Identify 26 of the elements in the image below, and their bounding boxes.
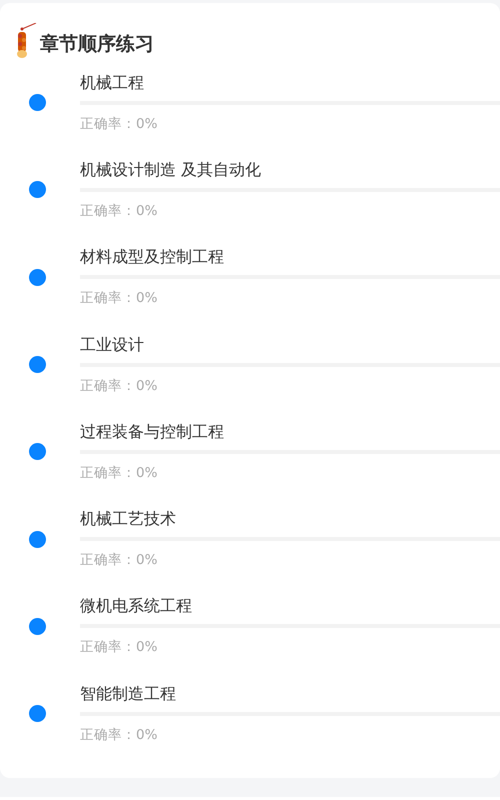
- chapter-title[interactable]: 材料成型及控制工程: [80, 247, 500, 268]
- chapter-title[interactable]: 工业设计: [80, 334, 500, 355]
- chapter-title[interactable]: 机械设计制造 及其自动化: [80, 160, 500, 180]
- accuracy-label: 正确率：0%: [80, 376, 158, 395]
- status-dot: [29, 443, 46, 460]
- accuracy-label: 正确率：0%: [80, 726, 158, 744]
- firecracker-icon: [16, 23, 38, 59]
- status-dot: [29, 268, 46, 286]
- status-dot: [29, 181, 46, 198]
- section-title: 章节顺序练习: [40, 32, 154, 57]
- chapter-title[interactable]: 过程装备与控制工程: [80, 422, 500, 442]
- accuracy-label: 正确率：0%: [80, 464, 158, 482]
- status-dot: [29, 530, 46, 548]
- accuracy-label: 正确率：0%: [80, 289, 158, 308]
- chapter-title[interactable]: 机械工艺技术: [80, 509, 500, 530]
- chapter-title[interactable]: 微机电系统工程: [80, 596, 500, 616]
- chapter-title[interactable]: 智能制造工程: [80, 684, 500, 704]
- status-dot: [29, 705, 46, 722]
- accuracy-label: 正确率：0%: [80, 551, 158, 570]
- accuracy-label: 正确率：0%: [80, 638, 158, 656]
- status-dot: [29, 94, 46, 112]
- accuracy-label: 正确率：0%: [80, 202, 158, 220]
- status-dot: [29, 618, 46, 635]
- status-dot: [29, 356, 46, 374]
- chapter-title[interactable]: 机械工程: [80, 72, 500, 93]
- accuracy-label: 正确率：0%: [80, 114, 158, 133]
